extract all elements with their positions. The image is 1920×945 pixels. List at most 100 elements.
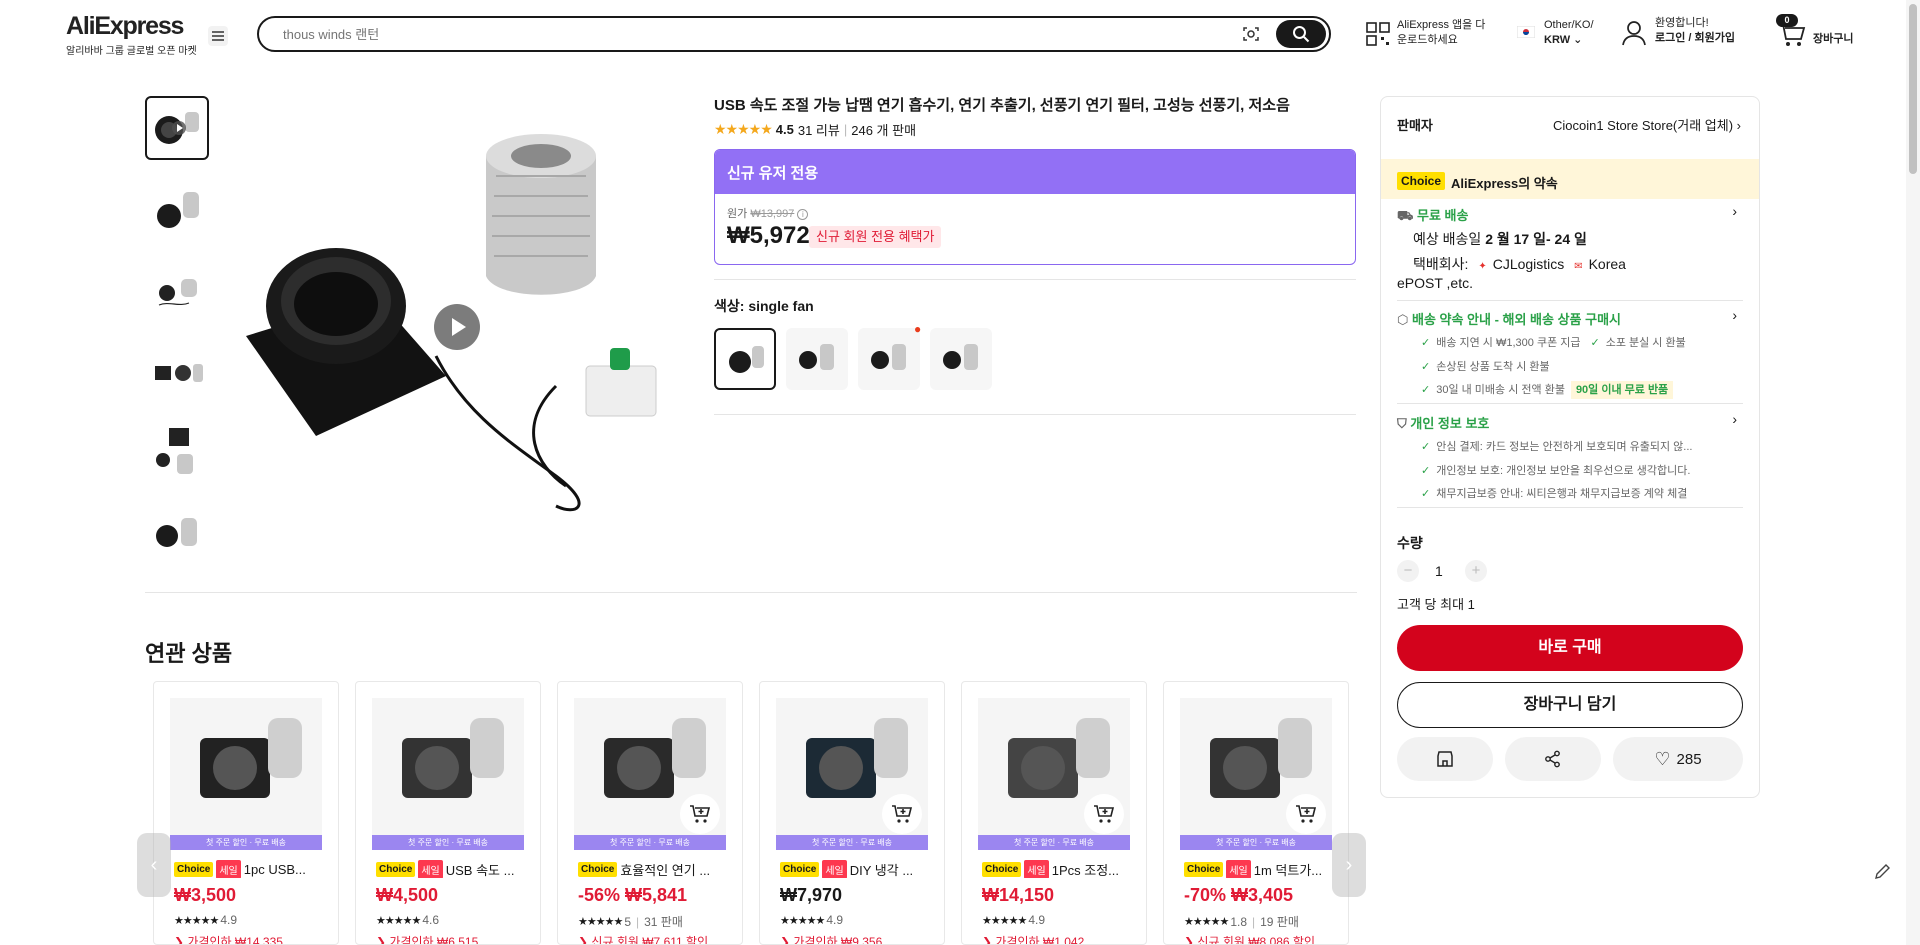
related-product-card[interactable]: 첫 주문 할인 · 무료 배송 Choice 세일 1Pcs 조정... ₩14,150… — [961, 681, 1147, 945]
related-product-name[interactable]: USB 속도 ... — [446, 860, 515, 878]
quantity-increase-button[interactable]: + — [1465, 560, 1487, 582]
rating-value: 4.9 — [1028, 913, 1045, 927]
related-product-name[interactable]: 1m 덕트가... — [1254, 860, 1322, 878]
color-option-4[interactable] — [930, 328, 992, 390]
gallery-thumb-6[interactable] — [145, 502, 209, 566]
sold-count: 31 판매 — [644, 915, 683, 929]
star-rating-icon: ★★★★★ — [982, 914, 1027, 927]
edit-feedback-button[interactable] — [1872, 860, 1894, 882]
box-icon: ⬡ — [1397, 312, 1409, 327]
product-thumb-image — [156, 428, 193, 474]
color-value: single fan — [748, 298, 814, 314]
gallery-thumb-2[interactable] — [145, 180, 209, 244]
divider — [1397, 507, 1743, 508]
carrier-2: Korea — [1588, 256, 1626, 272]
color-option-2[interactable] — [786, 328, 848, 390]
related-product-card[interactable]: 첫 주문 할인 · 무료 배송 Choice 세일 1pc USB... ₩3,500 ★… — [153, 681, 339, 945]
gallery-thumb-3[interactable] — [145, 257, 209, 321]
add-to-cart-button[interactable]: 장바구니 담기 — [1397, 682, 1743, 728]
related-product-price: -70% ₩3,405 — [1184, 885, 1294, 905]
star-rating-icon: ★★★★★ — [714, 120, 773, 137]
related-product-name[interactable]: 효율적인 연기 ... — [620, 860, 710, 878]
add-to-cart-icon-button[interactable] — [882, 794, 922, 834]
choice-badge: Choice — [1184, 861, 1224, 877]
free-shipping-row[interactable]: ⛟ 무료 배송 — [1397, 205, 1468, 226]
korea-flag-icon — [1517, 26, 1535, 38]
related-product-name[interactable]: 1pc USB... — [244, 862, 306, 877]
related-product-card[interactable]: 첫 주문 할인 · 무료 배송 Choice 세일 1m 덕트가... -70% ₩3,… — [1163, 681, 1349, 945]
search-input[interactable] — [283, 24, 1183, 44]
color-option-1[interactable] — [714, 328, 776, 390]
chevron-down-icon: ⌄ — [1573, 34, 1583, 46]
related-product-card[interactable]: 첫 주문 할인 · 무료 배송 Choice 세일 DIY 냉각 ... ₩7,970 ★… — [759, 681, 945, 945]
quantity-max: 고객 당 최대 1 — [1397, 597, 1475, 612]
color-thumb — [871, 344, 906, 370]
delivery-guarantee-row[interactable]: ⬡ 배송 약속 안내 - 해외 배송 상품 구매시 — [1397, 309, 1621, 328]
sale-price: ₩5,972 — [727, 222, 810, 249]
carrier-3: ePOST ,etc. — [1397, 275, 1473, 291]
chevron-right-icon[interactable]: › — [1732, 307, 1737, 323]
review-count[interactable]: 31 리뷰 — [798, 120, 840, 139]
carousel-prev-button[interactable]: ‹ — [137, 833, 171, 897]
store-button[interactable] — [1397, 737, 1493, 781]
choice-badge: Choice — [982, 861, 1022, 877]
rating-value: 5 — [624, 914, 631, 929]
quantity-value[interactable]: 1 — [1435, 563, 1443, 579]
scrollbar[interactable] — [1906, 0, 1920, 945]
add-to-cart-icon-button[interactable] — [680, 794, 720, 834]
promo-band: 첫 주문 할인 · 무료 배송 — [170, 835, 322, 850]
seller-link[interactable]: Ciocoin1 Store Store(거래 업체) › — [1553, 115, 1741, 134]
scrollbar-thumb[interactable] — [1909, 4, 1917, 174]
related-product-image[interactable] — [372, 698, 524, 850]
quantity-decrease-button[interactable]: − — [1397, 560, 1419, 582]
related-product-name[interactable]: DIY 냉각 ... — [850, 860, 913, 878]
guarantee-1: 배송 지연 시 ₩1,300 쿠폰 지급 — [1436, 337, 1581, 349]
info-icon[interactable]: i — [797, 209, 809, 220]
search-button[interactable] — [1276, 20, 1326, 48]
check-icon: ✓ — [1421, 465, 1431, 477]
star-rating-icon: ★★★★★ — [578, 916, 623, 928]
promo-band: 첫 주문 할인 · 무료 배송 — [978, 835, 1130, 850]
buy-now-button[interactable]: 바로 구매 — [1397, 625, 1743, 671]
product-thumb-image — [156, 518, 197, 547]
add-to-cart-icon-button[interactable] — [1286, 794, 1326, 834]
shield-icon: ⛉ — [1397, 416, 1407, 431]
related-product-rating: ★★★★★ 1.8 | 19 판매 — [1184, 914, 1299, 930]
related-product-name-row: Choice 세일 1pc USB... — [174, 860, 330, 878]
wishlist-button[interactable]: ♡ 285 — [1613, 737, 1743, 781]
related-product-price: ₩4,500 — [376, 885, 439, 905]
related-product-promo: ❯ 신규 회원 ₩7,611 할인 — [578, 933, 708, 945]
guarantee-2: 소포 분실 시 환불 — [1605, 337, 1686, 349]
share-button[interactable] — [1505, 737, 1601, 781]
menu-button[interactable] — [208, 26, 228, 46]
gallery-thumb-5[interactable] — [145, 420, 209, 484]
chevron-right-icon[interactable]: › — [1732, 411, 1737, 427]
related-product-image[interactable] — [170, 698, 322, 850]
privacy-row[interactable]: ⛉ 개인 정보 보호 — [1397, 413, 1489, 432]
divider — [714, 279, 1356, 280]
chevron-right-icon[interactable]: › — [1732, 203, 1737, 219]
carousel-next-button[interactable]: › — [1332, 833, 1366, 897]
gallery-thumb-4[interactable] — [145, 340, 209, 404]
related-product-name[interactable]: 1Pcs 조정... — [1052, 860, 1119, 878]
color-selector-label: 색상: single fan — [714, 296, 814, 316]
flame-icon: ❯ — [578, 935, 589, 945]
app-line1: AliExpress 앱을 다 — [1397, 19, 1486, 31]
choice-badge: Choice — [578, 861, 618, 877]
camera-search-icon[interactable] — [1241, 24, 1261, 44]
gallery-thumb-1[interactable] — [145, 96, 209, 160]
login-signup-link[interactable]: 로그인 / 회원가입 — [1655, 31, 1735, 46]
play-video-button[interactable] — [434, 304, 480, 350]
hamburger-icon — [212, 31, 224, 41]
user-icon — [1622, 21, 1646, 46]
aliexpress-logo[interactable]: AliExpress 알리바바 그룹 글로벌 오픈 마켓 — [66, 12, 197, 57]
color-option-3[interactable] — [858, 328, 920, 390]
add-to-cart-icon-button[interactable] — [1084, 794, 1124, 834]
related-product-card[interactable]: 첫 주문 할인 · 무료 배송 Choice 세일 USB 속도 ... ₩4,500 ★… — [355, 681, 541, 945]
choice-chip: Choice — [1397, 172, 1446, 190]
related-product-card[interactable]: 첫 주문 할인 · 무료 배송 Choice 효율적인 연기 ... -56% ₩5,… — [557, 681, 743, 945]
sale-badge: 세일 — [216, 860, 241, 878]
promo-text: 가격인하 ₩14,335 — [187, 935, 283, 945]
rating-value: 4.6 — [422, 913, 439, 927]
price-tag: 신규 회원 전용 혜택가 — [809, 226, 942, 248]
